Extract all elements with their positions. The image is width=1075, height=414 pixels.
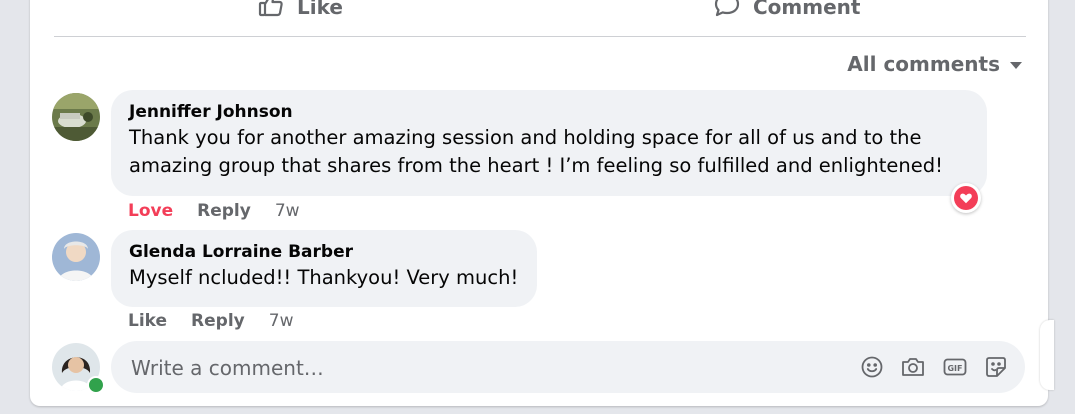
comment-author[interactable]: Glenda Lorraine Barber xyxy=(129,240,519,264)
comment-composer: GIF xyxy=(111,341,1025,395)
caret-down-icon xyxy=(1010,61,1022,69)
scroll-edge xyxy=(1040,320,1054,390)
gif-icon[interactable]: GIF xyxy=(942,354,968,380)
comment-bubble: Jenniffer Johnson Thank you for another … xyxy=(111,90,987,196)
emoji-icon[interactable] xyxy=(859,354,885,380)
comment-filter-label: All comments xyxy=(847,52,1000,76)
reply-link[interactable]: Reply xyxy=(191,311,245,331)
reply-link[interactable]: Reply xyxy=(197,201,251,221)
comment-author[interactable]: Jenniffer Johnson xyxy=(129,100,969,124)
comment-timestamp[interactable]: 7w xyxy=(269,311,294,331)
comment-text-line: amazing group that shares from the heart… xyxy=(129,154,943,177)
comment-bubble: Glenda Lorraine Barber Myself ncluded!! … xyxy=(111,230,537,307)
avatar[interactable] xyxy=(52,93,100,141)
comment-button[interactable]: Comment xyxy=(713,0,860,24)
comment-filter-dropdown[interactable]: All comments xyxy=(847,52,1022,76)
comment-text-line: Thank you for another amazing session an… xyxy=(129,126,922,149)
post-card: Like Comment All comments Jenniffer John… xyxy=(30,0,1054,406)
like-button[interactable]: Like xyxy=(257,0,343,24)
post-action-bar: Like Comment xyxy=(54,0,1026,37)
avatar[interactable] xyxy=(52,233,100,281)
reaction-badge[interactable] xyxy=(951,183,981,213)
like-label: Like xyxy=(297,0,343,19)
love-reaction-link[interactable]: Love xyxy=(128,201,173,221)
comment-input[interactable] xyxy=(129,341,733,395)
speech-bubble-icon xyxy=(713,0,741,24)
svg-text:GIF: GIF xyxy=(947,364,962,373)
comment-label: Comment xyxy=(753,0,861,19)
comment-text-line: Myself ncluded!! Thankyou! Very much! xyxy=(129,266,519,289)
like-reaction-link[interactable]: Like xyxy=(128,311,167,331)
comment-actions: Love Reply 7w xyxy=(128,201,300,221)
heart-icon xyxy=(954,186,978,210)
comment-timestamp[interactable]: 7w xyxy=(275,201,300,221)
online-status-indicator xyxy=(87,376,105,394)
camera-icon[interactable] xyxy=(900,354,926,380)
thumbs-up-icon xyxy=(257,0,285,24)
comment-actions: Like Reply 7w xyxy=(128,311,293,331)
sticker-icon[interactable] xyxy=(983,354,1009,380)
